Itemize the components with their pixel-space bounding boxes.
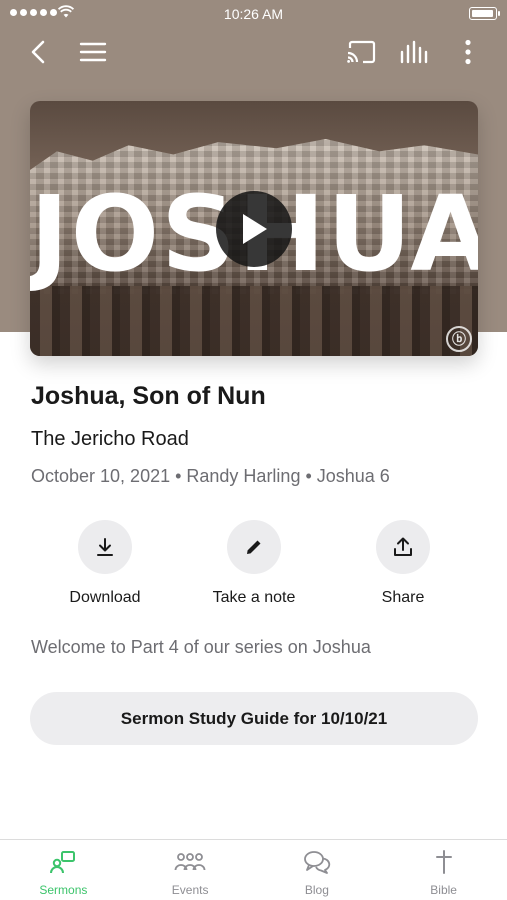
tab-bible-label: Bible (430, 883, 457, 897)
sermon-artwork[interactable]: JOSHUA ⓑ (30, 101, 478, 356)
cross-icon (435, 850, 452, 874)
pencil-icon (247, 540, 261, 554)
download-label: Download (69, 589, 141, 606)
tab-events[interactable]: Events (127, 840, 254, 900)
tab-bar: Sermons Events Blog Bible (0, 839, 507, 900)
download-button[interactable]: Download (40, 520, 170, 607)
sermon-title: Joshua, Son of Nun (31, 382, 266, 410)
share-label: Share (381, 589, 425, 606)
back-button[interactable] (22, 36, 54, 68)
tab-bible[interactable]: Bible (380, 840, 507, 900)
status-bar: 10:26 AM (0, 0, 507, 28)
take-note-button[interactable]: Take a note (189, 520, 319, 607)
tab-sermons-label: Sermons (39, 883, 88, 897)
battery-icon (469, 7, 500, 20)
cast-icon (347, 40, 376, 64)
status-time: 10:26 AM (223, 6, 284, 22)
tab-blog-label: Blog (304, 883, 329, 897)
church-logo-icon: ⓑ (446, 326, 472, 352)
audio-button[interactable] (398, 36, 430, 68)
take-note-circle[interactable] (227, 520, 281, 574)
menu-icon (79, 42, 107, 62)
share-circle[interactable] (376, 520, 430, 574)
menu-button[interactable] (77, 36, 109, 68)
tab-sermons[interactable]: Sermons (0, 840, 127, 900)
tab-blog[interactable]: Blog (254, 840, 381, 900)
take-note-label: Take a note (212, 589, 296, 606)
download-icon (97, 538, 113, 556)
back-icon (31, 40, 45, 64)
tab-events-label: Events (171, 883, 209, 897)
play-icon (243, 214, 267, 244)
more-button[interactable] (452, 36, 484, 68)
sermon-meta: October 10, 2021 • Randy Harling • Joshu… (31, 466, 390, 486)
artwork-ground-image (30, 286, 478, 356)
download-circle[interactable] (78, 520, 132, 574)
sermon-series: The Jericho Road (31, 428, 189, 450)
audio-bars-icon (400, 40, 428, 64)
sermon-description: Welcome to Part 4 of our series on Joshu… (31, 637, 371, 657)
play-button[interactable] (216, 191, 292, 267)
sermons-icon (50, 851, 76, 874)
blog-icon (303, 851, 331, 874)
more-vertical-icon (465, 39, 471, 65)
cast-button[interactable] (345, 36, 377, 68)
study-guide-button[interactable]: Sermon Study Guide for 10/10/21 (30, 692, 478, 745)
share-icon (394, 537, 412, 556)
events-icon (174, 853, 206, 871)
share-button[interactable]: Share (338, 520, 468, 607)
